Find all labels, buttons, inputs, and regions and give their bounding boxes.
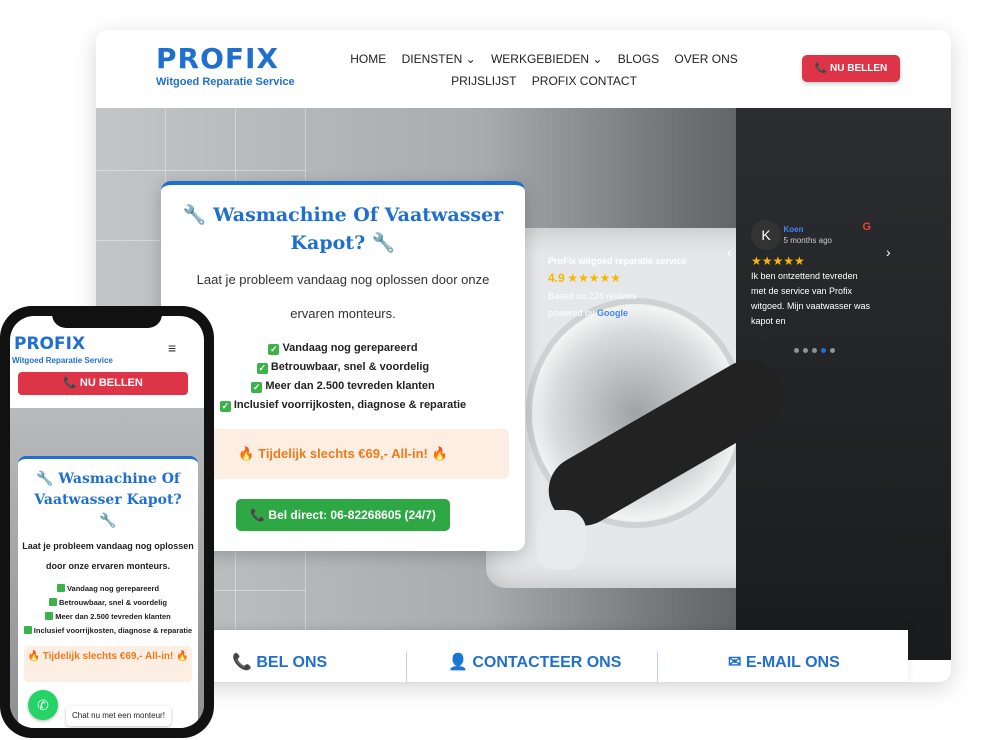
nav-blogs[interactable]: BLOGS xyxy=(618,48,659,70)
desktop-window: PROFIX Witgoed Reparatie Service HOME DI… xyxy=(96,30,951,682)
review-stars: ★★★★★ xyxy=(751,254,805,268)
rating-value: 4.9 xyxy=(548,271,565,285)
check-item: Betrouwbaar, snel & voordelig xyxy=(18,596,198,610)
nav-over-ons[interactable]: OVER ONS xyxy=(674,48,737,70)
mobile-hero-card: 🔧 Wasmachine Of Vaatwasser Kapot? 🔧 Laat… xyxy=(18,456,198,728)
review-prev-arrow[interactable]: ‹ xyxy=(727,244,732,260)
main-nav: HOME DIENSTEN ⌄ WERKGEBIEDEN ⌄ BLOGS OVE… xyxy=(324,48,764,92)
check-item: ✓ Betrouwbaar, snel & voordelig xyxy=(256,361,430,374)
mobile-phone-frame: PROFIX Witgoed Reparatie Service ≡ 📞 NU … xyxy=(0,306,214,738)
carousel-dot[interactable] xyxy=(830,348,835,353)
mobile-hero-subtitle: Laat je probleem vandaag nog oplossen do… xyxy=(22,541,194,571)
mobile-screen: PROFIX Witgoed Reparatie Service ≡ 📞 NU … xyxy=(10,316,204,728)
review-age: 5 months ago xyxy=(783,236,832,245)
hero-subtitle-line-2: ervaren monteurs. xyxy=(290,306,396,321)
check-icon: ✓ xyxy=(219,401,231,412)
rating-stars: ★★★★★ xyxy=(567,271,621,285)
google-logo: Google xyxy=(597,308,629,318)
checklist: ✓ Vandaag nog gerepareerd ✓ Betrouwbaar, s… xyxy=(161,339,525,415)
logo-tagline: Witgoed Reparatie Service xyxy=(156,76,295,88)
check-icon xyxy=(45,612,54,620)
check-item: Inclusief voorrijkosten, diagnose & repa… xyxy=(18,624,198,638)
divider xyxy=(657,652,658,682)
powered-by-label: powered by xyxy=(548,308,595,318)
review-text: Ik ben ontzettend tevreden met de servic… xyxy=(751,271,871,326)
nav-diensten[interactable]: DIENSTEN ⌄ xyxy=(402,48,476,70)
business-name: ProFix witgoed reparatie service xyxy=(548,256,687,266)
nu-bellen-button[interactable]: 📞 NU BELLEN xyxy=(802,55,900,82)
hero-subtitle-line-1: Laat je probleem vandaag nog oplossen do… xyxy=(196,272,490,287)
whatsapp-icon[interactable]: ✆ xyxy=(28,690,58,720)
google-rating-summary: ProFix witgoed reparatie service 4.9 ★★★… xyxy=(548,253,708,322)
mobile-logo-tagline: Witgoed Reparatie Service xyxy=(12,356,113,365)
mobile-hero-title: 🔧 Wasmachine Of Vaatwasser Kapot? 🔧 xyxy=(34,471,182,529)
check-icon: ✓ xyxy=(268,344,280,355)
nav-home[interactable]: HOME xyxy=(350,48,386,70)
logo-wordmark: PROFIX xyxy=(156,42,280,75)
hero-title: 🔧 Wasmachine Of Vaatwasser Kapot? 🔧 xyxy=(182,204,504,254)
nav-werkgebieden[interactable]: WERKGEBIEDEN ⌄ xyxy=(491,48,602,70)
contact-strip: 📞 BEL ONS 👤 CONTACTEER ONS ✉ E-MAIL ONS xyxy=(96,630,908,682)
logo[interactable]: PROFIX Witgoed Reparatie Service xyxy=(156,42,296,89)
carousel-dot-active[interactable] xyxy=(821,348,826,353)
hero-section: 🔧 Wasmachine Of Vaatwasser Kapot? 🔧 Laat… xyxy=(96,108,951,660)
divider xyxy=(406,652,407,682)
contacteer-ons-link[interactable]: 👤 CONTACTEER ONS xyxy=(448,652,621,672)
reviewer-avatar: K xyxy=(751,220,781,250)
phone-notch xyxy=(52,306,162,328)
call-button[interactable]: 📞 Bel direct: 06-82268605 (24/7) xyxy=(236,499,450,531)
mobile-logo[interactable]: PROFIX xyxy=(14,334,85,354)
review-next-arrow[interactable]: › xyxy=(886,244,891,260)
chat-tooltip[interactable]: Chat nu met een monteur! xyxy=(66,706,171,726)
bel-ons-link[interactable]: 📞 BEL ONS xyxy=(232,652,327,672)
carousel-dot[interactable] xyxy=(812,348,817,353)
mobile-promo-banner: 🔥 Tijdelijk slechts €69,- All-in! 🔥 xyxy=(24,646,192,682)
promo-banner: 🔥 Tijdelijk slechts €69,- All-in! 🔥 xyxy=(177,429,509,479)
carousel-dot[interactable] xyxy=(803,348,808,353)
site-header: PROFIX Witgoed Reparatie Service HOME DI… xyxy=(96,30,951,108)
nav-prijslijst[interactable]: PRIJSLIJST xyxy=(451,70,516,92)
check-icon: ✓ xyxy=(251,382,263,393)
check-item: Vandaag nog gerepareerd xyxy=(18,582,198,596)
hamburger-menu-icon[interactable]: ≡ xyxy=(168,340,176,356)
nav-profix-contact[interactable]: PROFIX CONTACT xyxy=(532,70,637,92)
carousel-dot[interactable] xyxy=(794,348,799,353)
mobile-nu-bellen-button[interactable]: 📞 NU BELLEN xyxy=(18,372,188,395)
review-card: K Koen 5 months ago G ★★★★★ Ik ben ontzet… xyxy=(751,220,871,329)
check-icon xyxy=(56,584,65,592)
check-item: Meer dan 2.500 tevreden klanten xyxy=(18,610,198,624)
carousel-dots xyxy=(792,340,852,353)
email-ons-link[interactable]: ✉ E-MAIL ONS xyxy=(728,652,840,672)
google-g-icon: G xyxy=(862,221,871,233)
reviewer-name[interactable]: Koen xyxy=(784,225,804,234)
check-item: ✓ Inclusief voorrijkosten, diagnose & rep… xyxy=(219,399,467,412)
check-item: ✓ Meer dan 2.500 tevreden klanten xyxy=(251,380,435,393)
glove-image xyxy=(536,510,586,570)
check-icon xyxy=(23,626,32,634)
hero-card: 🔧 Wasmachine Of Vaatwasser Kapot? 🔧 Laat… xyxy=(161,181,525,551)
check-icon xyxy=(49,598,58,606)
review-count: Based on 224 reviews xyxy=(548,291,637,301)
check-icon: ✓ xyxy=(256,363,268,374)
mobile-checklist: Vandaag nog gerepareerd Betrouwbaar, sne… xyxy=(18,582,198,638)
check-item: ✓ Vandaag nog gerepareerd xyxy=(268,342,418,355)
